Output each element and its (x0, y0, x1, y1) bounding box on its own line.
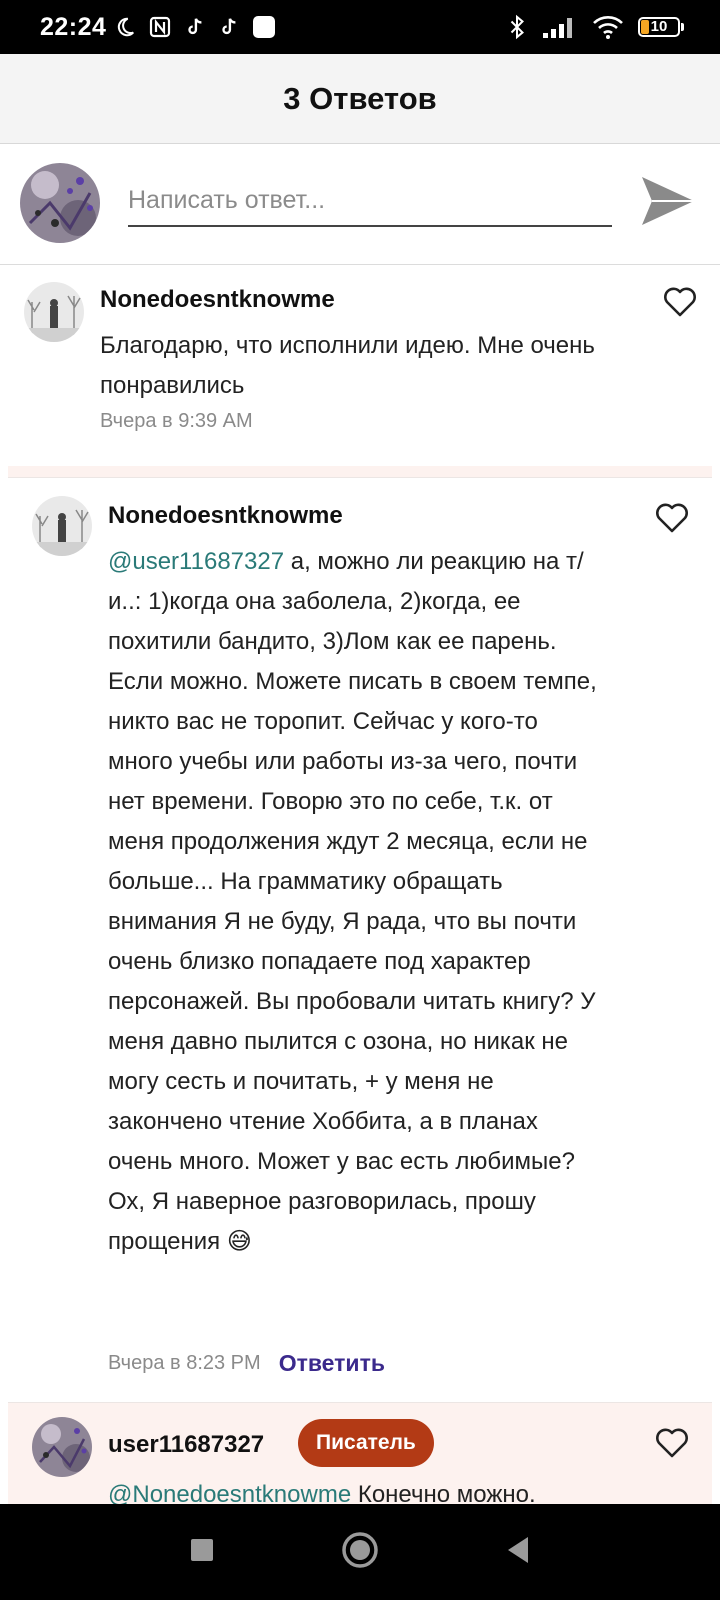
comment-username[interactable]: Nonedoesntknowme (108, 502, 343, 530)
back-button[interactable] (494, 1528, 542, 1576)
avatar[interactable] (24, 282, 84, 342)
battery-level: 10 (650, 18, 668, 35)
system-nav-bar (0, 1504, 720, 1600)
square-icon (189, 1537, 215, 1568)
comment-body: а, можно ли реакцию на т/и..: 1)когда он… (108, 548, 597, 1255)
comment-item: Nonedoesntknowme Благодарю, что исполнил… (0, 266, 720, 466)
avatar (20, 163, 100, 243)
reply-button[interactable]: Ответить (279, 1350, 385, 1377)
page-header: 3 Ответов (0, 54, 720, 144)
comment-item: user11687327 Писатель @Nonedoesntknowme … (8, 1402, 712, 1504)
send-button[interactable] (638, 175, 698, 231)
like-button[interactable] (652, 500, 692, 540)
status-time: 22:24 (40, 12, 107, 41)
author-badge: Писатель (298, 1419, 434, 1467)
like-button[interactable] (652, 1425, 692, 1465)
heart-icon (655, 503, 689, 538)
comment-item: Nonedoesntknowme @user11687327 а, можно … (0, 478, 720, 1400)
status-left-icons (114, 15, 276, 39)
tiktok-icon (184, 16, 206, 38)
moon-icon (114, 16, 136, 38)
home-button[interactable] (336, 1528, 384, 1576)
signal-icon (542, 15, 578, 39)
avatar[interactable] (32, 496, 92, 556)
wifi-icon (592, 15, 624, 39)
send-icon (640, 175, 696, 232)
mention-link[interactable]: @Nonedoesntknowme (108, 1481, 351, 1504)
comment-text: Благодарю, что исполнили идею. Мне очень… (100, 332, 595, 399)
divider (8, 466, 712, 478)
like-button[interactable] (660, 284, 700, 324)
battery-icon: 10 (638, 17, 684, 37)
tiktok-icon (218, 16, 240, 38)
avatar[interactable] (32, 1417, 92, 1477)
status-bar: 22:24 10 (0, 0, 720, 54)
page-title: 3 Ответов (283, 80, 437, 116)
recents-button[interactable] (178, 1528, 226, 1576)
comment-meta: Вчера в 9:39 AM (100, 410, 253, 433)
heart-icon (655, 1428, 689, 1463)
bluetooth-icon (506, 14, 528, 40)
reply-input[interactable] (128, 175, 612, 225)
status-right-icons: 10 (506, 14, 684, 40)
heart-icon (663, 287, 697, 322)
comment-timestamp: Вчера в 9:39 AM (100, 410, 253, 432)
comment-timestamp: Вчера в 8:23 PM (108, 1352, 261, 1374)
comment-username[interactable]: Nonedoesntknowme (100, 286, 335, 314)
comment-body: Конечно можно. (351, 1481, 536, 1504)
reply-composer (0, 145, 720, 265)
comment-text: @Nonedoesntknowme Конечно можно. (108, 1475, 628, 1504)
comment-meta: Вчера в 8:23 PM Ответить (108, 1350, 385, 1377)
comment-text: @user11687327 а, можно ли реакцию на т/и… (108, 542, 598, 1262)
reply-input-wrapper (128, 175, 612, 227)
app-icon (252, 15, 276, 39)
back-triangle-icon (504, 1535, 532, 1570)
comment-username[interactable]: user11687327 (108, 1431, 264, 1459)
circle-icon (340, 1530, 380, 1575)
nfc-icon (148, 15, 172, 39)
mention-link[interactable]: @user11687327 (108, 548, 284, 575)
